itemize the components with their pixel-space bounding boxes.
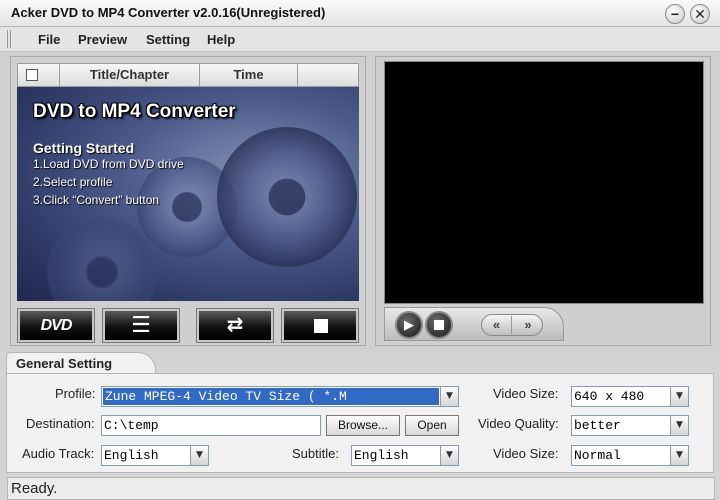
column-empty [297,64,359,86]
video-size-value-2: Normal [574,448,621,463]
minimize-button[interactable]: − [665,4,685,24]
audio-track-select[interactable]: English ▼ [101,445,209,466]
rewind-icon[interactable]: « [482,316,512,334]
select-all-checkbox[interactable] [26,69,38,81]
chevron-down-icon[interactable]: ▼ [670,446,688,465]
getting-started-step: 2.Select profile [33,175,113,189]
video-size-select[interactable]: 640 x 480 ▼ [571,386,689,407]
chevron-down-icon[interactable]: ▼ [670,416,688,435]
column-time[interactable]: Time [199,64,297,86]
menu-help[interactable]: Help [207,32,235,47]
menu-grip [7,30,11,48]
play-icon[interactable]: ▶ [395,311,423,339]
video-preview-screen [384,61,704,304]
fast-forward-icon[interactable]: » [513,316,543,334]
chevron-down-icon[interactable]: ▼ [190,446,208,465]
open-button[interactable]: Open [405,415,459,436]
getting-started-step: 1.Load DVD from DVD drive [33,157,184,171]
subtitle-value: English [354,448,409,463]
list-icon[interactable]: ☰ [102,308,180,343]
profile-selected-value: Zune MPEG-4 Video TV Size ( *.M [103,388,439,405]
video-size-value: 640 x 480 [574,389,645,404]
destination-input[interactable]: C:\temp [101,415,321,436]
film-reel-decoration [217,127,357,267]
general-settings-panel: Profile: Zune MPEG-4 Video TV Size ( *.M… [6,373,714,473]
video-size-label: Video Size: [493,386,559,401]
menu-preview[interactable]: Preview [78,32,127,47]
convert-icon[interactable]: ⇄ [196,308,274,343]
player-controls: ▶ « » [384,307,564,341]
chevron-down-icon[interactable]: ▼ [670,387,688,406]
subtitle-label: Subtitle: [292,446,339,461]
player-stop-button[interactable] [425,311,453,339]
seek-controls: « » [481,314,543,336]
video-size-label-2: Video Size: [493,446,559,461]
video-quality-label: Video Quality: [478,416,559,431]
getting-started-heading: Getting Started [33,140,135,156]
load-dvd-button[interactable]: DVD [17,308,95,343]
video-quality-value: better [574,418,621,433]
chevron-down-icon[interactable]: ▼ [440,387,458,406]
chevron-down-icon[interactable]: ▼ [440,446,458,465]
profile-select[interactable]: Zune MPEG-4 Video TV Size ( *.M ▼ [101,386,459,407]
menu-setting[interactable]: Setting [146,32,190,47]
subtitle-select[interactable]: English ▼ [351,445,459,466]
film-reel-decoration [47,217,157,301]
status-text: Ready. [11,480,58,497]
profile-label: Profile: [55,386,96,401]
list-header: Title/Chapter Time [17,63,359,87]
window-title: Acker DVD to MP4 Converter v2.0.16(Unreg… [11,5,326,20]
stop-icon [314,319,328,333]
audio-track-label: Audio Track: [22,446,95,461]
preview-player-panel: ▶ « » [375,56,711,346]
getting-started-step: 3.Click “Convert” button [33,193,160,207]
close-button[interactable]: ✕ [690,4,710,24]
menu-file[interactable]: File [38,32,60,47]
stop-button[interactable] [281,308,359,343]
column-title-chapter[interactable]: Title/Chapter [59,64,199,86]
stop-icon [434,320,444,330]
video-quality-select[interactable]: better ▼ [571,415,689,436]
app-banner-title: DVD to MP4 Converter [33,101,236,122]
video-size-select-2[interactable]: Normal ▼ [571,445,689,466]
destination-label: Destination: [26,416,95,431]
title-bar: Acker DVD to MP4 Converter v2.0.16(Unreg… [0,0,720,27]
menu-bar: File Preview Setting Help [0,27,720,52]
status-bar: Ready. [7,477,715,500]
title-list-panel: Title/Chapter Time DVD to MP4 Converter … [10,56,366,346]
tab-general-setting[interactable]: General Setting [6,352,156,374]
browse-button[interactable]: Browse... [326,415,400,436]
getting-started-panel: DVD to MP4 Converter Getting Started 1.L… [17,87,359,301]
audio-track-value: English [104,448,159,463]
main-area: Title/Chapter Time DVD to MP4 Converter … [0,52,720,352]
